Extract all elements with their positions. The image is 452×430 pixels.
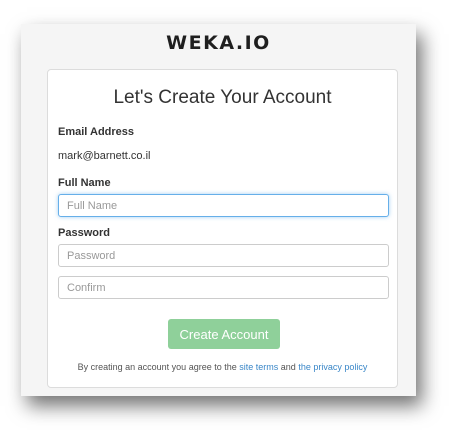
terms-notice: By creating an account you agree to the … [48,362,397,372]
privacy-policy-link[interactable]: the privacy policy [298,362,367,372]
brand-logo: WEKA.IO [21,28,416,58]
fullname-input[interactable] [58,194,389,217]
create-account-button[interactable]: Create Account [168,319,280,349]
email-label: Email Address [58,126,135,138]
password-input[interactable] [58,244,389,267]
signup-card: Let's Create Your Account Email Address … [47,69,398,388]
email-value: mark@barnett.co.il [58,150,151,162]
fullname-label: Full Name [58,177,111,189]
page-title: Let's Create Your Account [113,87,332,108]
confirm-password-input[interactable] [58,276,389,299]
terms-conjunction: and [280,362,296,372]
signup-window: WEKA.IO Let's Create Your Account Email … [21,24,416,396]
site-terms-link[interactable]: site terms [239,362,278,372]
password-label: Password [58,227,110,239]
logo-text: WEKA.IO [166,32,271,54]
terms-prefix: By creating an account you agree to the [77,362,237,372]
